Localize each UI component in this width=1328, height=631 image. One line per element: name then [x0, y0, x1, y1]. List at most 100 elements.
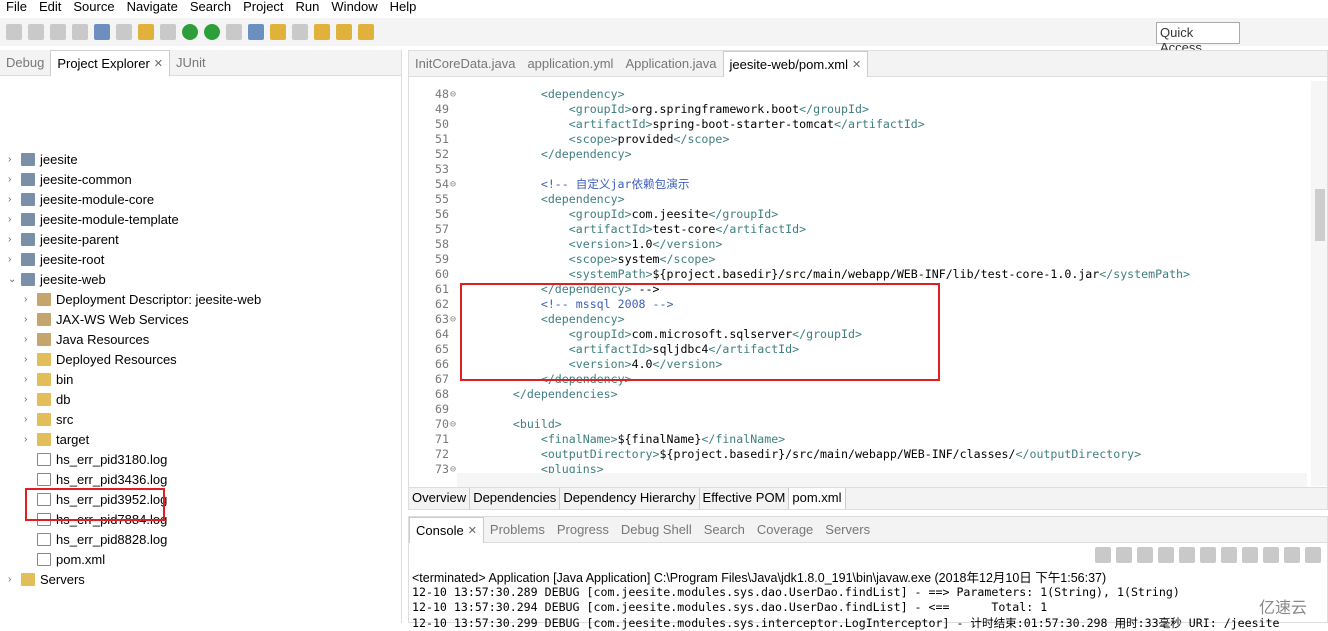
- tree-item[interactable]: › Deployment Descriptor: jeesite-web: [24, 289, 261, 309]
- toolbar-icon[interactable]: [358, 24, 374, 40]
- chevron-down-icon[interactable]: ⌄: [8, 274, 16, 285]
- tree-item[interactable]: hs_err_pid8828.log: [24, 529, 167, 549]
- tree-item[interactable]: › db: [24, 389, 70, 409]
- tree-item[interactable]: › jeesite-module-core: [8, 189, 154, 209]
- console-tool-icon[interactable]: [1179, 547, 1195, 563]
- chevron-right-icon[interactable]: ›: [24, 394, 32, 405]
- console-tool-icon[interactable]: [1263, 547, 1279, 563]
- tab-progress[interactable]: Progress: [551, 517, 615, 543]
- chevron-right-icon[interactable]: ›: [8, 174, 16, 185]
- toolbar-icon[interactable]: [116, 24, 132, 40]
- tree-item[interactable]: › jeesite-root: [8, 249, 104, 269]
- chevron-right-icon[interactable]: ›: [8, 234, 16, 245]
- tree-item[interactable]: › src: [24, 409, 73, 429]
- chevron-right-icon[interactable]: ›: [24, 414, 32, 425]
- fold-icon[interactable]: ⊖: [450, 312, 456, 327]
- menu-file[interactable]: File: [0, 0, 33, 16]
- tab-pom-xml[interactable]: pom.xml: [789, 488, 846, 509]
- menu-project[interactable]: Project: [237, 0, 289, 16]
- chevron-right-icon[interactable]: ›: [8, 214, 16, 225]
- toolbar-icon[interactable]: [94, 24, 110, 40]
- toolbar-icon[interactable]: [6, 24, 22, 40]
- tab-console[interactable]: Console ✕: [409, 516, 484, 543]
- fold-icon[interactable]: ⊖: [450, 87, 456, 102]
- tree-item[interactable]: › bin: [24, 369, 73, 389]
- toolbar-icon[interactable]: [248, 24, 264, 40]
- tab-junit[interactable]: JUnit: [170, 50, 212, 76]
- tab-search[interactable]: Search: [698, 517, 751, 543]
- tab-coverage[interactable]: Coverage: [751, 517, 819, 543]
- toolbar-icon[interactable]: [160, 24, 176, 40]
- console-tool-icon[interactable]: [1137, 547, 1153, 563]
- tree-item[interactable]: › jeesite: [8, 149, 78, 169]
- chevron-right-icon[interactable]: ›: [24, 374, 32, 385]
- toolbar-icon[interactable]: [138, 24, 154, 40]
- tab-application-yml[interactable]: application.yml: [521, 51, 619, 77]
- tree-item[interactable]: › jeesite-common: [8, 169, 132, 189]
- tab-problems[interactable]: Problems: [484, 517, 551, 543]
- tree-item[interactable]: › JAX-WS Web Services: [24, 309, 189, 329]
- tree-item[interactable]: › jeesite-parent: [8, 229, 119, 249]
- close-icon[interactable]: ✕: [468, 524, 477, 537]
- tab-initcoredata-java[interactable]: InitCoreData.java: [409, 51, 521, 77]
- menu-source[interactable]: Source: [67, 0, 120, 16]
- tree-item[interactable]: › Deployed Resources: [24, 349, 177, 369]
- chevron-right-icon[interactable]: ›: [24, 314, 32, 325]
- code-area[interactable]: 48 ⊖ <dependency> 49 <groupId>org.springfr…: [409, 81, 1299, 483]
- tree-item[interactable]: hs_err_pid3436.log: [24, 469, 167, 489]
- tree-item[interactable]: pom.xml: [24, 549, 105, 569]
- tab-overview[interactable]: Overview: [409, 488, 471, 509]
- chevron-right-icon[interactable]: ›: [8, 194, 16, 205]
- quick-access-input[interactable]: Quick Access: [1156, 22, 1240, 55]
- tab-dependencies[interactable]: Dependencies: [470, 488, 561, 509]
- menu-edit[interactable]: Edit: [33, 0, 67, 16]
- tab-debug[interactable]: Debug: [0, 50, 50, 76]
- toolbar-icon[interactable]: [314, 24, 330, 40]
- tab-dependency-hierarchy[interactable]: Dependency Hierarchy: [560, 488, 700, 509]
- tree-item[interactable]: hs_err_pid3180.log: [24, 449, 167, 469]
- toolbar-icon[interactable]: [28, 24, 44, 40]
- tab-effective-pom[interactable]: Effective POM: [700, 488, 790, 509]
- tab-application-java[interactable]: Application.java: [619, 51, 722, 77]
- menu-help[interactable]: Help: [384, 0, 423, 16]
- chevron-right-icon[interactable]: ›: [24, 294, 32, 305]
- chevron-right-icon[interactable]: ›: [8, 154, 16, 165]
- toolbar-icon[interactable]: [226, 24, 242, 40]
- tab-project-explorer[interactable]: Project Explorer ✕: [50, 49, 171, 76]
- chevron-right-icon[interactable]: ›: [24, 334, 32, 345]
- toolbar-icon[interactable]: [50, 24, 66, 40]
- console-tool-icon[interactable]: [1095, 547, 1111, 563]
- toolbar-icon[interactable]: [292, 24, 308, 40]
- toolbar-icon[interactable]: [270, 24, 286, 40]
- tree-item[interactable]: ⌄ jeesite-web: [8, 269, 106, 289]
- toolbar-icon[interactable]: [72, 24, 88, 40]
- horizontal-scrollbar[interactable]: [457, 473, 1307, 487]
- console-tool-icon[interactable]: [1158, 547, 1174, 563]
- scroll-thumb[interactable]: [1315, 189, 1325, 241]
- chevron-right-icon[interactable]: ›: [8, 574, 16, 585]
- menu-run[interactable]: Run: [290, 0, 326, 16]
- tree-item[interactable]: › Servers: [8, 569, 85, 589]
- tree-item[interactable]: › Java Resources: [24, 329, 149, 349]
- chevron-right-icon[interactable]: ›: [8, 254, 16, 265]
- fold-icon[interactable]: ⊖: [450, 462, 456, 477]
- console-tool-icon[interactable]: [1242, 547, 1258, 563]
- tree-item[interactable]: › jeesite-module-template: [8, 209, 179, 229]
- menu-navigate[interactable]: Navigate: [121, 0, 184, 16]
- tab-servers[interactable]: Servers: [819, 517, 876, 543]
- toolbar-icon[interactable]: [182, 24, 198, 40]
- console-tool-icon[interactable]: [1305, 547, 1321, 563]
- console-tool-icon[interactable]: [1221, 547, 1237, 563]
- chevron-right-icon[interactable]: ›: [24, 434, 32, 445]
- tree-item[interactable]: › target: [24, 429, 89, 449]
- fold-icon[interactable]: ⊖: [450, 177, 456, 192]
- vertical-scrollbar[interactable]: [1311, 81, 1327, 486]
- fold-icon[interactable]: ⊖: [450, 417, 456, 432]
- chevron-right-icon[interactable]: ›: [24, 354, 32, 365]
- menu-search[interactable]: Search: [184, 0, 237, 16]
- toolbar-icon[interactable]: [336, 24, 352, 40]
- close-icon[interactable]: ✕: [852, 58, 861, 71]
- toolbar-icon[interactable]: [204, 24, 220, 40]
- tab-debug-shell[interactable]: Debug Shell: [615, 517, 698, 543]
- console-tool-icon[interactable]: [1200, 547, 1216, 563]
